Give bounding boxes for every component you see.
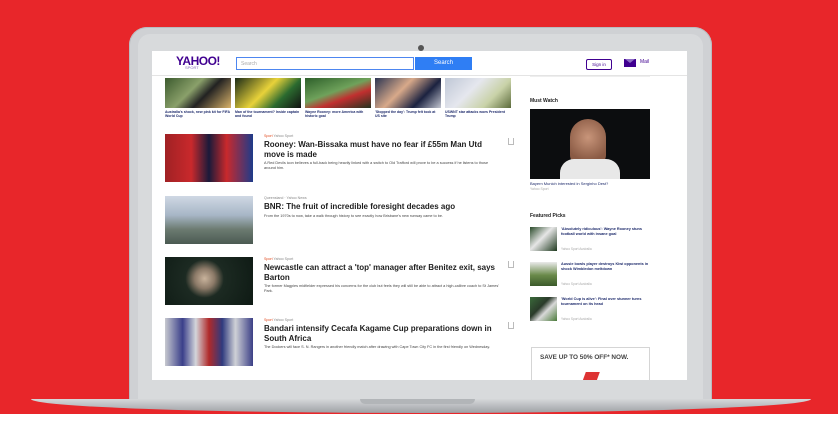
story-image[interactable] bbox=[165, 196, 253, 244]
story-meta: Queensland · Yahoo News bbox=[264, 196, 307, 200]
featured-pick-title[interactable]: 'World Cup is alive': Final over stunner… bbox=[561, 297, 649, 306]
ad-text[interactable]: SAVE UP TO 50% OFF* NOW. bbox=[540, 354, 628, 361]
featured-pick-title[interactable]: Aussie bowls player destroys Kiwi oppone… bbox=[561, 262, 649, 271]
must-watch-caption[interactable]: Bayern Munich interested in Serginho Des… bbox=[530, 181, 650, 186]
search-button[interactable]: Search bbox=[415, 57, 472, 70]
featured-picks-title: Featured Picks bbox=[530, 213, 566, 219]
top-story-thumbnail[interactable] bbox=[305, 78, 371, 108]
must-watch-title: Must Watch bbox=[530, 98, 558, 104]
mail-link[interactable]: Mail bbox=[640, 59, 649, 65]
ad-banner[interactable]: SAVE UP TO 50% OFF* NOW. bbox=[531, 347, 650, 380]
video-subject-shirt bbox=[560, 159, 620, 179]
background-bottom-strip bbox=[0, 414, 838, 435]
story-image[interactable] bbox=[165, 257, 253, 305]
ad-graphic bbox=[582, 372, 600, 380]
site-header: YAHOO! SPORT Search Search Sign in Mail bbox=[152, 51, 687, 76]
top-stories-strip: Australia's shock, new pink kit for FIFA… bbox=[165, 78, 511, 122]
mail-icon[interactable] bbox=[624, 59, 636, 67]
search-input[interactable]: Search bbox=[236, 57, 414, 70]
featured-pick-image[interactable] bbox=[530, 227, 557, 251]
story-image[interactable] bbox=[165, 134, 253, 182]
story-headline[interactable]: Bandari intensify Cecafa Kagame Cup prep… bbox=[264, 324, 504, 343]
top-story-caption[interactable]: Man of the tournament? Inside captain an… bbox=[235, 110, 301, 118]
story-headline[interactable]: Newcastle can attract a 'top' manager af… bbox=[264, 263, 504, 282]
laptop-screen: YAHOO! SPORT Search Search Sign in Mail … bbox=[152, 51, 687, 380]
featured-pick[interactable]: 'Absolutely ridiculous': Wayne Rooney st… bbox=[530, 227, 650, 253]
share-icon[interactable] bbox=[508, 322, 514, 329]
story-summary: From the 1970s to now, take a walk throu… bbox=[264, 214, 444, 218]
featured-pick-source: Yahoo Sport Australia bbox=[561, 317, 592, 321]
story-image[interactable] bbox=[165, 318, 253, 366]
top-story-thumbnail[interactable] bbox=[235, 78, 301, 108]
story-summary: The former Magpies midfielder expressed … bbox=[264, 284, 499, 293]
top-story-caption[interactable]: Australia's shock, new pink kit for FIFA… bbox=[165, 110, 231, 118]
must-watch-source: Yahoo Sport bbox=[530, 187, 549, 191]
laptop-notch bbox=[360, 399, 475, 404]
story-meta: Sport Yahoo Sport bbox=[264, 318, 294, 322]
featured-pick-title[interactable]: 'Absolutely ridiculous': Wayne Rooney st… bbox=[561, 227, 649, 236]
featured-pick-image[interactable] bbox=[530, 297, 557, 321]
top-story-thumbnail[interactable] bbox=[375, 78, 441, 108]
featured-pick[interactable]: 'World Cup is alive': Final over stunner… bbox=[530, 297, 650, 323]
news-story[interactable]: Sport Yahoo Sport Newcastle can attract … bbox=[165, 257, 514, 313]
featured-pick[interactable]: Aussie bowls player destroys Kiwi oppone… bbox=[530, 262, 650, 288]
sign-in-button[interactable]: Sign in bbox=[586, 59, 612, 70]
sidebar-divider bbox=[530, 76, 650, 77]
top-story-thumbnail[interactable] bbox=[165, 78, 231, 108]
share-icon[interactable] bbox=[508, 138, 514, 145]
must-watch-video[interactable] bbox=[530, 109, 650, 179]
news-story[interactable]: Queensland · Yahoo News BNR: The fruit o… bbox=[165, 196, 505, 252]
story-meta: Sport Yahoo Sport bbox=[264, 257, 294, 261]
story-headline[interactable]: Rooney: Wan-Bissaka must have no fear if… bbox=[264, 140, 504, 159]
story-meta: Sport Yahoo Sport bbox=[264, 134, 294, 138]
top-story-thumbnail[interactable] bbox=[445, 78, 511, 108]
top-story-caption[interactable]: Wayne Rooney: more America with historic… bbox=[305, 110, 371, 118]
story-headline[interactable]: BNR: The fruit of incredible foresight d… bbox=[264, 202, 504, 212]
top-story-caption[interactable]: 'Stopped the day': Trump felt took at US… bbox=[375, 110, 441, 118]
news-story[interactable]: Sport Yahoo Sport Bandari intensify Ceca… bbox=[165, 318, 514, 374]
top-story-caption[interactable]: USWNT star attacks woes President Trump bbox=[445, 110, 511, 118]
featured-pick-source: Yahoo Sport Australia bbox=[561, 282, 592, 286]
featured-pick-source: Yahoo Sport Australia bbox=[561, 247, 592, 251]
share-icon[interactable] bbox=[508, 261, 514, 268]
story-summary: A Red Devils icon believes a full-back b… bbox=[264, 161, 489, 170]
news-story[interactable]: Sport Yahoo Sport Rooney: Wan-Bissaka mu… bbox=[165, 134, 514, 190]
logo-subtitle: SPORT bbox=[185, 65, 199, 70]
story-summary: The Dockers will face S. N. Rangers in a… bbox=[264, 345, 491, 349]
featured-pick-image[interactable] bbox=[530, 262, 557, 286]
